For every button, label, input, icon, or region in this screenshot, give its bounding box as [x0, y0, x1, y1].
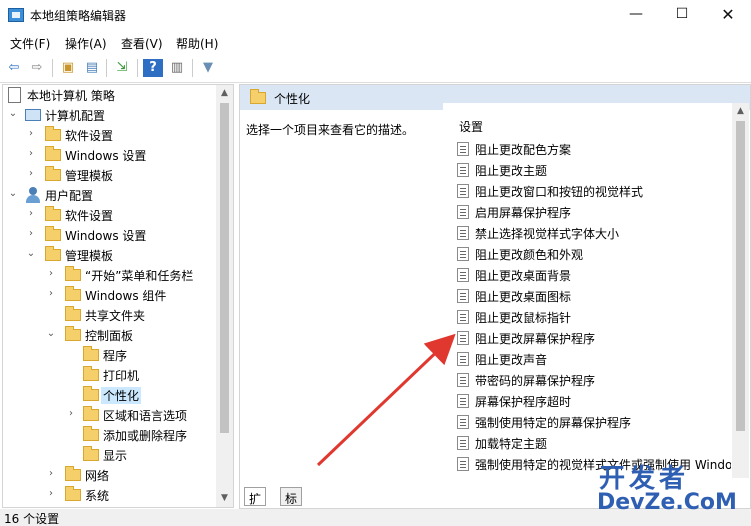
watermark-logo: 开发者 DevZe.CoM — [597, 458, 747, 518]
status-text: 16 个设置 — [4, 512, 60, 526]
watermark-en: DevZe.CoM — [597, 490, 737, 515]
annotation-arrow — [316, 333, 456, 467]
